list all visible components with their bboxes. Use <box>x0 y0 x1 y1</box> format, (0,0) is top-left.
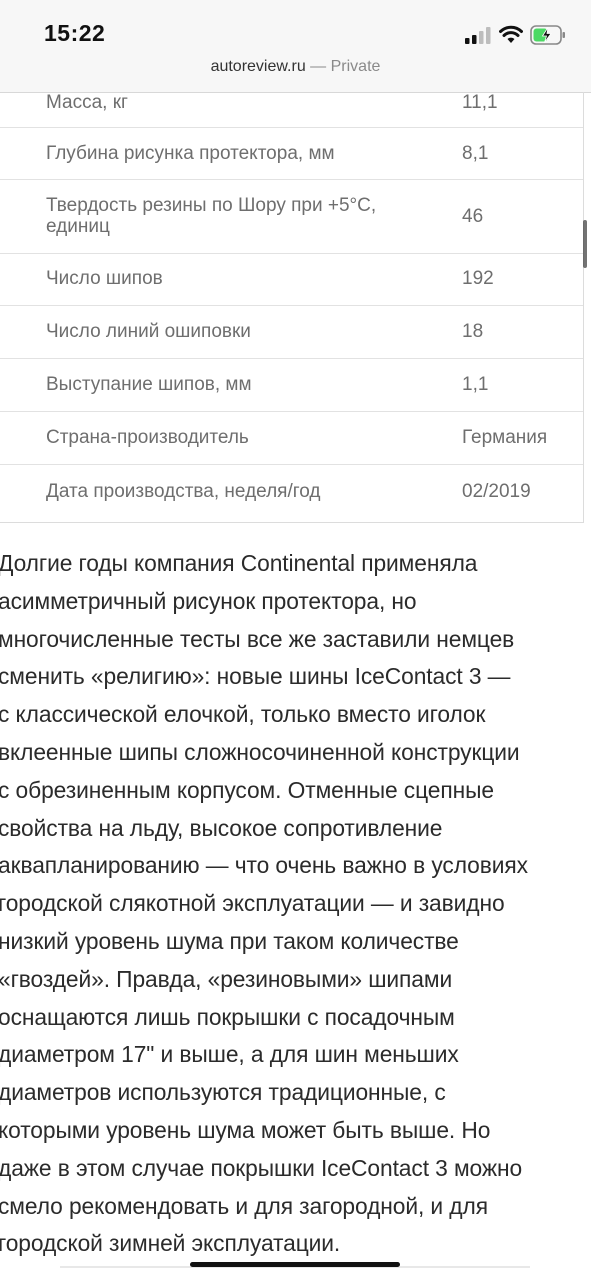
cellular-signal-icon <box>465 27 491 44</box>
article-line: городской зимней эксплуатации. <box>0 1230 341 1257</box>
article-line: диаметром 17" и выше, а для шин меньших <box>0 1041 459 1068</box>
article-line: с обрезиненным корпусом. Отменные сцепны… <box>0 776 494 803</box>
row-value: 18 <box>462 321 484 342</box>
row-value: 02/2019 <box>462 481 531 502</box>
specs-table: Масса, кг 11,1 Глубина рисунка протектор… <box>0 92 584 523</box>
row-label: Число линий ошиповки <box>46 321 251 342</box>
article-line: даже в этом случае покрышки IceContact 3… <box>0 1154 523 1181</box>
row-value: 192 <box>462 268 494 289</box>
table-scrollbar[interactable] <box>583 220 587 268</box>
row-label: Страна-производитель <box>46 427 249 448</box>
row-value: 46 <box>462 206 484 227</box>
article-line: низкий уровень шума при таком количестве <box>0 927 459 954</box>
article-line: асимметричный рисунок протектора, но <box>0 587 417 614</box>
article-line: с классической елочкой, только вместо иг… <box>0 701 486 728</box>
article-line: которыми уровень шума может быть выше. Н… <box>0 1116 491 1143</box>
article-line: вклеенные шипы сложносочиненной конструк… <box>0 738 520 765</box>
article-line: свойства на льду, высокое сопротивление <box>0 814 443 841</box>
article-paragraph: Долгие годы компания Continental применя… <box>0 545 588 1263</box>
row-value: 8,1 <box>462 143 489 164</box>
status-bar: 15:22 autoreview.ru — Private <box>0 0 591 93</box>
row-label: Твердость резины по Шору при +5°С, едини… <box>46 195 377 237</box>
table-row: Страна-производитель Германия <box>0 412 583 465</box>
battery-charging-icon <box>530 25 565 45</box>
article-line: Долгие годы компания Continental применя… <box>0 550 478 576</box>
table-row: Масса, кг 11,1 <box>0 92 583 128</box>
article-line: многочисленные тесты все же заставили не… <box>0 625 515 652</box>
article-line: сменить «религию»: новые шины IceContact… <box>0 663 511 690</box>
article-line: смело рекомендовать и для загородной, и … <box>0 1192 488 1219</box>
article-line: «гвоздей». Правда, «резиновыми» шипами <box>0 965 453 992</box>
table-row: Число шипов 192 <box>0 254 583 306</box>
table-row: Число линий ошиповки 18 <box>0 306 583 359</box>
row-value: 1,1 <box>462 374 489 395</box>
home-indicator[interactable] <box>190 1262 400 1267</box>
url-domain: autoreview.ru <box>210 58 306 75</box>
clock: 15:22 <box>44 20 106 46</box>
row-value: 11,1 <box>462 92 498 113</box>
row-label: Масса, кг <box>46 92 128 113</box>
address-bar[interactable]: autoreview.ru — Private <box>0 58 591 76</box>
article-line: городской слякотной эксплуатации — и зав… <box>0 890 505 917</box>
row-value: Германия <box>462 427 548 448</box>
row-label: Глубина рисунка протектора, мм <box>46 143 335 164</box>
row-label: Выступание шипов, мм <box>46 374 252 395</box>
article-line: оснащаются лишь покрышки с посадочным <box>0 1003 455 1030</box>
article-line: аквапланированию — что очень важно в усл… <box>0 852 528 879</box>
article-line: диаметров используются традиционные, с <box>0 1079 446 1106</box>
table-row: Твердость резины по Шору при +5°С, едини… <box>0 180 583 254</box>
row-label: Число шипов <box>46 268 163 289</box>
row-label: Дата производства, неделя/год <box>46 481 321 502</box>
private-mode-label: — Private <box>305 58 381 75</box>
table-row: Дата производства, неделя/год 02/2019 <box>0 465 583 522</box>
table-row: Выступание шипов, мм 1,1 <box>0 359 583 412</box>
wifi-icon <box>499 25 523 43</box>
table-row: Глубина рисунка протектора, мм 8,1 <box>0 128 583 180</box>
